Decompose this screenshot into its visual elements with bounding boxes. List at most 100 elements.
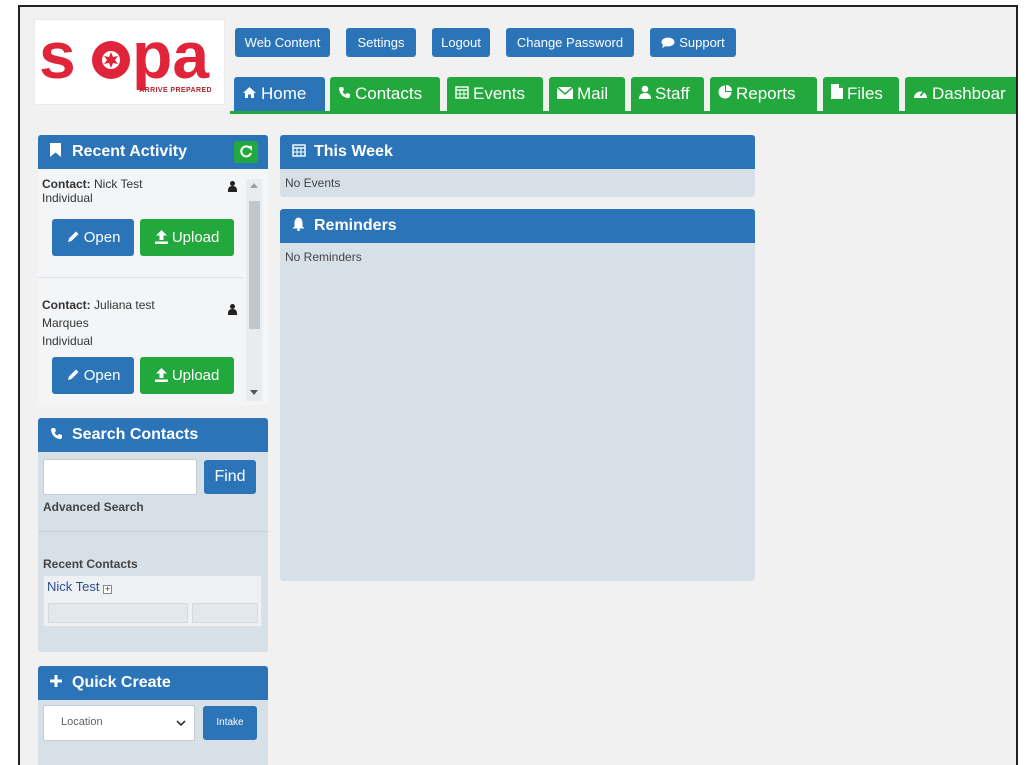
tab-contacts[interactable]: Contacts (330, 77, 440, 111)
contact-type: Individual (42, 191, 93, 205)
contact-name-continued: Marques (42, 316, 89, 330)
web-content-button[interactable]: Web Content (235, 28, 330, 57)
settings-button[interactable]: Settings (346, 28, 416, 57)
tab-files[interactable]: Files (823, 77, 899, 111)
change-password-button[interactable]: Change Password (506, 28, 634, 57)
this-week-body: No Events (280, 169, 755, 197)
item-divider (38, 277, 243, 278)
search-contacts-header: Search Contacts (38, 418, 268, 452)
contact-type: Individual (42, 334, 93, 348)
phone-icon (50, 418, 72, 452)
recent-contacts-title: Recent Contacts (43, 557, 138, 571)
bell-icon (292, 209, 314, 243)
recent-contacts-list: Nick Test + (43, 575, 262, 627)
quick-create-header: Quick Create (38, 666, 268, 700)
tab-dashboard[interactable]: Dashboar (905, 77, 1016, 111)
reminders-header: Reminders (280, 209, 755, 243)
search-input[interactable] (43, 459, 197, 495)
file-icon (831, 77, 843, 111)
plus-icon (50, 666, 72, 700)
recent-contact-cell (192, 603, 258, 623)
logout-button[interactable]: Logout (432, 28, 490, 57)
tab-files-label: Files (847, 84, 883, 103)
logo-letters-pa: pa (132, 20, 210, 90)
logo-letter-s: s (39, 20, 76, 90)
recent-activity-item: Contact: Juliana test Marques Individual (42, 296, 242, 350)
pencil-icon (67, 231, 79, 242)
contact-name: Nick Test (94, 177, 143, 191)
recent-activity-body: Contact: Nick Test Individual Open Uploa… (38, 169, 268, 405)
app-window: s pa ARRIVE PREPARED Web Content Setting… (18, 5, 1018, 765)
find-button[interactable]: Find (204, 460, 256, 494)
tab-contacts-label: Contacts (355, 84, 423, 103)
tab-home-label: Home (261, 84, 307, 103)
bookmark-icon (50, 135, 72, 169)
upload-label: Upload (171, 229, 220, 246)
scroll-down-arrow[interactable] (250, 390, 258, 395)
tab-staff[interactable]: Staff (631, 77, 704, 111)
advanced-search-link[interactable]: Advanced Search (43, 500, 144, 514)
recent-activity-title: Recent Activity (72, 143, 187, 160)
recent-contact-name: Nick Test (47, 579, 100, 594)
calendar-icon (455, 77, 469, 111)
this-week-header: This Week (280, 135, 755, 169)
reminders-body: No Reminders (280, 243, 755, 581)
recent-contact-item[interactable]: Nick Test + (47, 579, 113, 594)
location-select[interactable]: Location (43, 705, 195, 741)
phone-icon (338, 77, 351, 111)
intake-button[interactable]: Intake (203, 706, 257, 740)
tab-dashboard-label: Dashboar (932, 84, 1006, 103)
tab-mail-label: Mail (577, 84, 609, 103)
logo-wordmark: s pa (39, 20, 210, 90)
upload-button[interactable]: Upload (140, 357, 234, 394)
no-events-text: No Events (285, 176, 341, 190)
tab-reports-label: Reports (736, 84, 796, 103)
dashboard-gauge-icon (913, 77, 928, 111)
scroll-up-arrow[interactable] (250, 183, 258, 188)
chevron-down-icon (176, 720, 186, 727)
scrollbar[interactable] (246, 179, 262, 401)
chat-bubble-icon (661, 28, 675, 57)
tab-staff-label: Staff (655, 84, 690, 103)
tab-events[interactable]: Events (447, 77, 543, 111)
pencil-icon (67, 369, 79, 380)
refresh-icon (240, 145, 252, 158)
no-reminders-text: No Reminders (285, 250, 362, 264)
upload-icon (154, 368, 168, 382)
tab-mail[interactable]: Mail (549, 77, 625, 111)
tab-reports[interactable]: Reports (710, 77, 817, 111)
support-button[interactable]: Support (650, 28, 736, 57)
logo-tagline: ARRIVE PREPARED (139, 87, 212, 94)
nav-underline (230, 111, 1016, 114)
tab-events-label: Events (473, 84, 525, 103)
contact-label: Contact: (42, 177, 91, 191)
quick-create-body: Location Intake (38, 700, 268, 765)
quick-create-title: Quick Create (72, 674, 171, 691)
envelope-icon (556, 77, 574, 111)
user-icon (639, 77, 651, 111)
open-label: Open (83, 229, 121, 246)
scrollbar-thumb[interactable] (249, 201, 260, 329)
person-icon (228, 181, 237, 192)
expand-plus-icon[interactable]: + (103, 585, 113, 594)
recent-contact-cell (48, 603, 188, 623)
reminders-title: Reminders (314, 217, 397, 234)
support-label: Support (679, 35, 725, 50)
tab-home[interactable]: Home (234, 77, 325, 111)
section-divider (38, 531, 268, 532)
logo[interactable]: s pa ARRIVE PREPARED (34, 19, 225, 105)
pie-chart-icon (718, 77, 732, 111)
upload-label: Upload (171, 367, 220, 384)
open-label: Open (83, 367, 121, 384)
recent-activity-item: Contact: Nick Test Individual (42, 177, 242, 205)
contact-label: Contact: (42, 298, 91, 312)
refresh-button[interactable] (234, 141, 258, 163)
open-button[interactable]: Open (52, 219, 134, 256)
person-icon (228, 304, 237, 315)
calendar-icon (292, 135, 314, 169)
open-button[interactable]: Open (52, 357, 134, 394)
search-contacts-body: Find Advanced Search Recent Contacts Nic… (38, 452, 268, 652)
upload-button[interactable]: Upload (140, 219, 234, 256)
location-select-value: Location (61, 716, 103, 728)
contact-name: Juliana test (94, 298, 155, 312)
